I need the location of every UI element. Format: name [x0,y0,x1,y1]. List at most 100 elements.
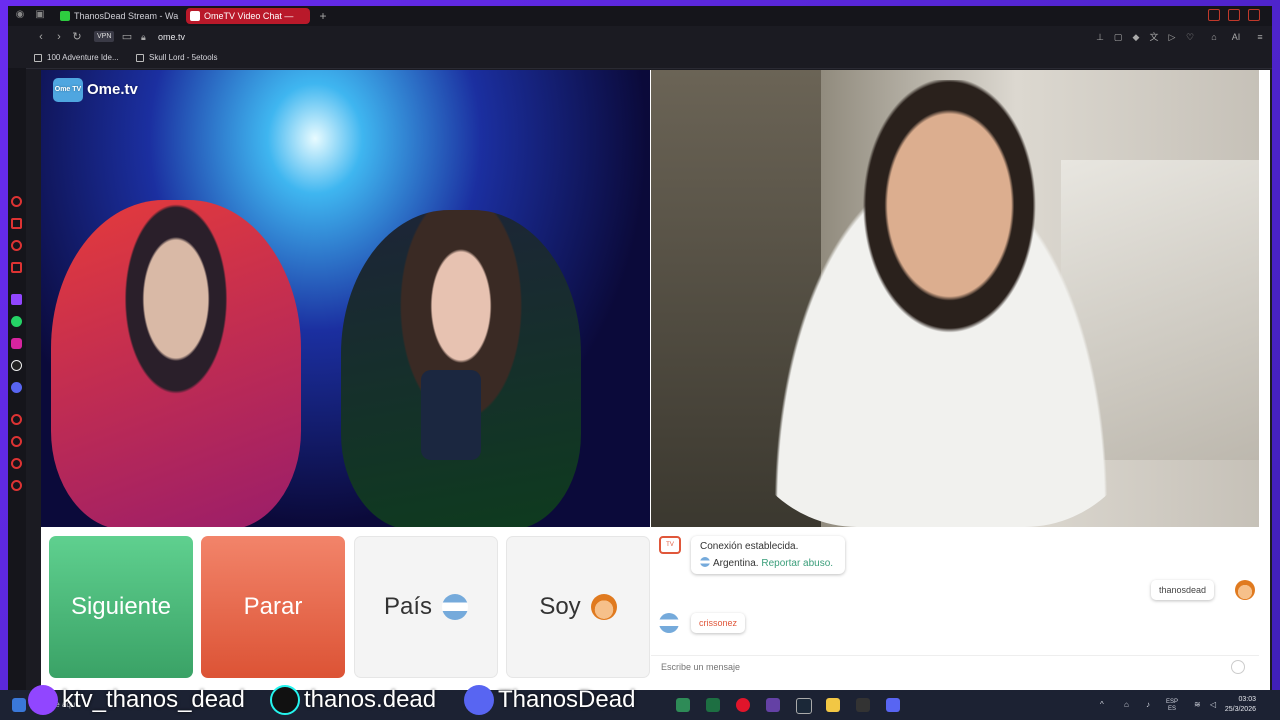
emoji-icon[interactable] [1231,660,1245,674]
new-tab-button[interactable]: + [316,8,330,24]
argentina-flag-icon [659,613,679,633]
opera-icon[interactable] [736,698,750,712]
ai-label: AI [1231,32,1241,42]
explorer-icon[interactable] [826,698,840,712]
partner-video: Ome TV Ome.tv [41,70,650,527]
kick-favicon-icon [60,11,70,21]
ometv-favicon-icon [190,11,200,21]
partner-username-tag[interactable]: crissonez [691,613,746,633]
heart-icon[interactable]: ♡ [1184,31,1196,43]
play-icon[interactable]: ▷ [1166,31,1178,43]
country-label: País [383,593,433,620]
vpn-badge[interactable]: VPN [94,31,115,42]
stop-label: Parar [243,593,303,620]
snapshot-icon[interactable]: ▢ [1112,31,1124,43]
start-icon[interactable] [12,698,26,712]
settings-icon[interactable] [11,480,22,491]
whatsapp-icon[interactable] [11,316,22,327]
back-icon[interactable]: ‹ [34,30,48,44]
lang-line1: ESP [1166,699,1179,705]
folder-icon [136,54,144,62]
obs-icon[interactable] [856,698,870,712]
tray-app-icon[interactable]: ⌂ [1124,699,1129,711]
person-video-figure [51,200,301,527]
microphone-figure [421,370,481,460]
mic-icon[interactable]: ♪ [1146,699,1150,711]
tray-chevron-icon[interactable]: ^ [1100,699,1104,711]
history-icon[interactable] [11,414,22,425]
workspace-icon[interactable]: ◉ [14,9,26,21]
boy-emoji-icon [590,594,617,620]
my-username-tag: thanosdead [1151,580,1215,600]
connection-status: Conexión establecida. [700,541,799,552]
tiktok-handle-overlay: thanos.dead [270,682,436,718]
tab-bar: ◉ ▣ ThanosDead Stream - Wa OmeTV Video C… [8,6,1272,26]
maximize-icon[interactable] [1248,9,1260,21]
system-message: Conexión establecida. Argentina. Reporta… [691,536,845,574]
lock-icon[interactable]: 🔒︎ [141,30,151,44]
clock-time: 03:03 [1238,696,1256,703]
translate-icon[interactable]: 文 [1148,31,1160,43]
tab-label: OmeTV Video Chat — [204,11,294,21]
tab-menu-icon[interactable]: ▣ [34,9,46,21]
tab-label: ThanosDead Stream - Wa [74,11,179,21]
discord-icon[interactable] [11,382,22,393]
partner-country: Argentina. [713,558,759,569]
steam-icon[interactable] [796,698,812,714]
stop-button[interactable]: Parar [201,536,345,678]
argentina-flag-icon [442,594,469,620]
wifi-icon[interactable]: ≋ [1194,699,1201,711]
ometv-logo[interactable]: Ome TV Ome.tv [53,78,138,102]
country-button[interactable]: País [354,536,498,678]
bookmark-label: Skull Lord - 5etools [149,53,218,62]
lang-line2: ES [1168,706,1177,712]
bag-icon[interactable] [11,218,22,229]
aria-icon[interactable] [11,240,22,251]
pin-icon[interactable]: ⊥ [1094,31,1106,43]
discord-icon [464,685,494,715]
menu-icon[interactable]: ≡ [1254,31,1266,43]
clock-icon[interactable] [11,436,22,447]
bookmark-item[interactable]: Skull Lord - 5etools [136,51,217,65]
reload-icon[interactable]: ↻ [70,30,84,44]
self-video [651,70,1259,527]
language-indicator[interactable]: ESP ES [1166,699,1179,712]
bookmarks-bar: 100 Adventure Ide... Skull Lord - 5etool… [8,48,1272,69]
tiktok-icon[interactable] [11,360,22,371]
next-button[interactable]: Siguiente [49,536,193,678]
url-field[interactable]: ome.tv [158,30,185,44]
report-abuse-link[interactable]: Reportar abuso. [761,558,833,569]
gender-label: Soy [539,593,581,620]
search-tabs-icon[interactable] [1208,9,1220,21]
tab-thanosdead-stream[interactable]: ThanosDead Stream - Wa [56,8,180,24]
discord-icon[interactable] [886,698,900,712]
app-icon[interactable] [766,698,780,712]
boy-emoji-icon [1235,580,1255,600]
system-clock[interactable]: 03:03 25/3/2026 [1225,695,1256,715]
forward-icon[interactable]: › [52,30,66,44]
player-icon[interactable] [11,262,22,273]
xbox-icon[interactable] [676,698,690,712]
kick-handle-overlay: ktv_thanos_dead [28,682,245,718]
camera-icon[interactable]: ▭ [120,30,134,44]
bulb-icon[interactable] [11,458,22,469]
next-label: Siguiente [70,593,172,620]
opera-icon[interactable] [11,196,22,207]
account-icon[interactable]: ⌂ [1208,31,1220,43]
tab-ometv[interactable]: OmeTV Video Chat — [186,8,310,24]
address-bar: ‹ › ↻ VPN ▭ 🔒︎ ome.tv ⊥ ▢ ◆ 文 ▷ ♡ ⌂ AI ≡ [8,26,1272,48]
excel-icon[interactable] [706,698,720,712]
volume-icon[interactable]: ◁ [1210,699,1216,711]
ai-button[interactable]: AI [1226,31,1246,43]
shield-icon[interactable]: ◆ [1130,31,1142,43]
message-input[interactable] [659,661,1203,673]
instagram-icon[interactable] [11,338,22,349]
ometv-page: Ome TV Ome.tv Siguiente Parar País Soy T… [41,70,1270,690]
discord-handle-overlay: ThanosDead [464,682,635,718]
twitch-icon[interactable] [11,294,22,305]
gender-button[interactable]: Soy [506,536,650,678]
bookmark-item[interactable]: 100 Adventure Ide... [34,51,119,65]
person-video-figure [341,210,581,527]
minimize-icon[interactable] [1228,9,1240,21]
message-input-area [651,655,1259,677]
